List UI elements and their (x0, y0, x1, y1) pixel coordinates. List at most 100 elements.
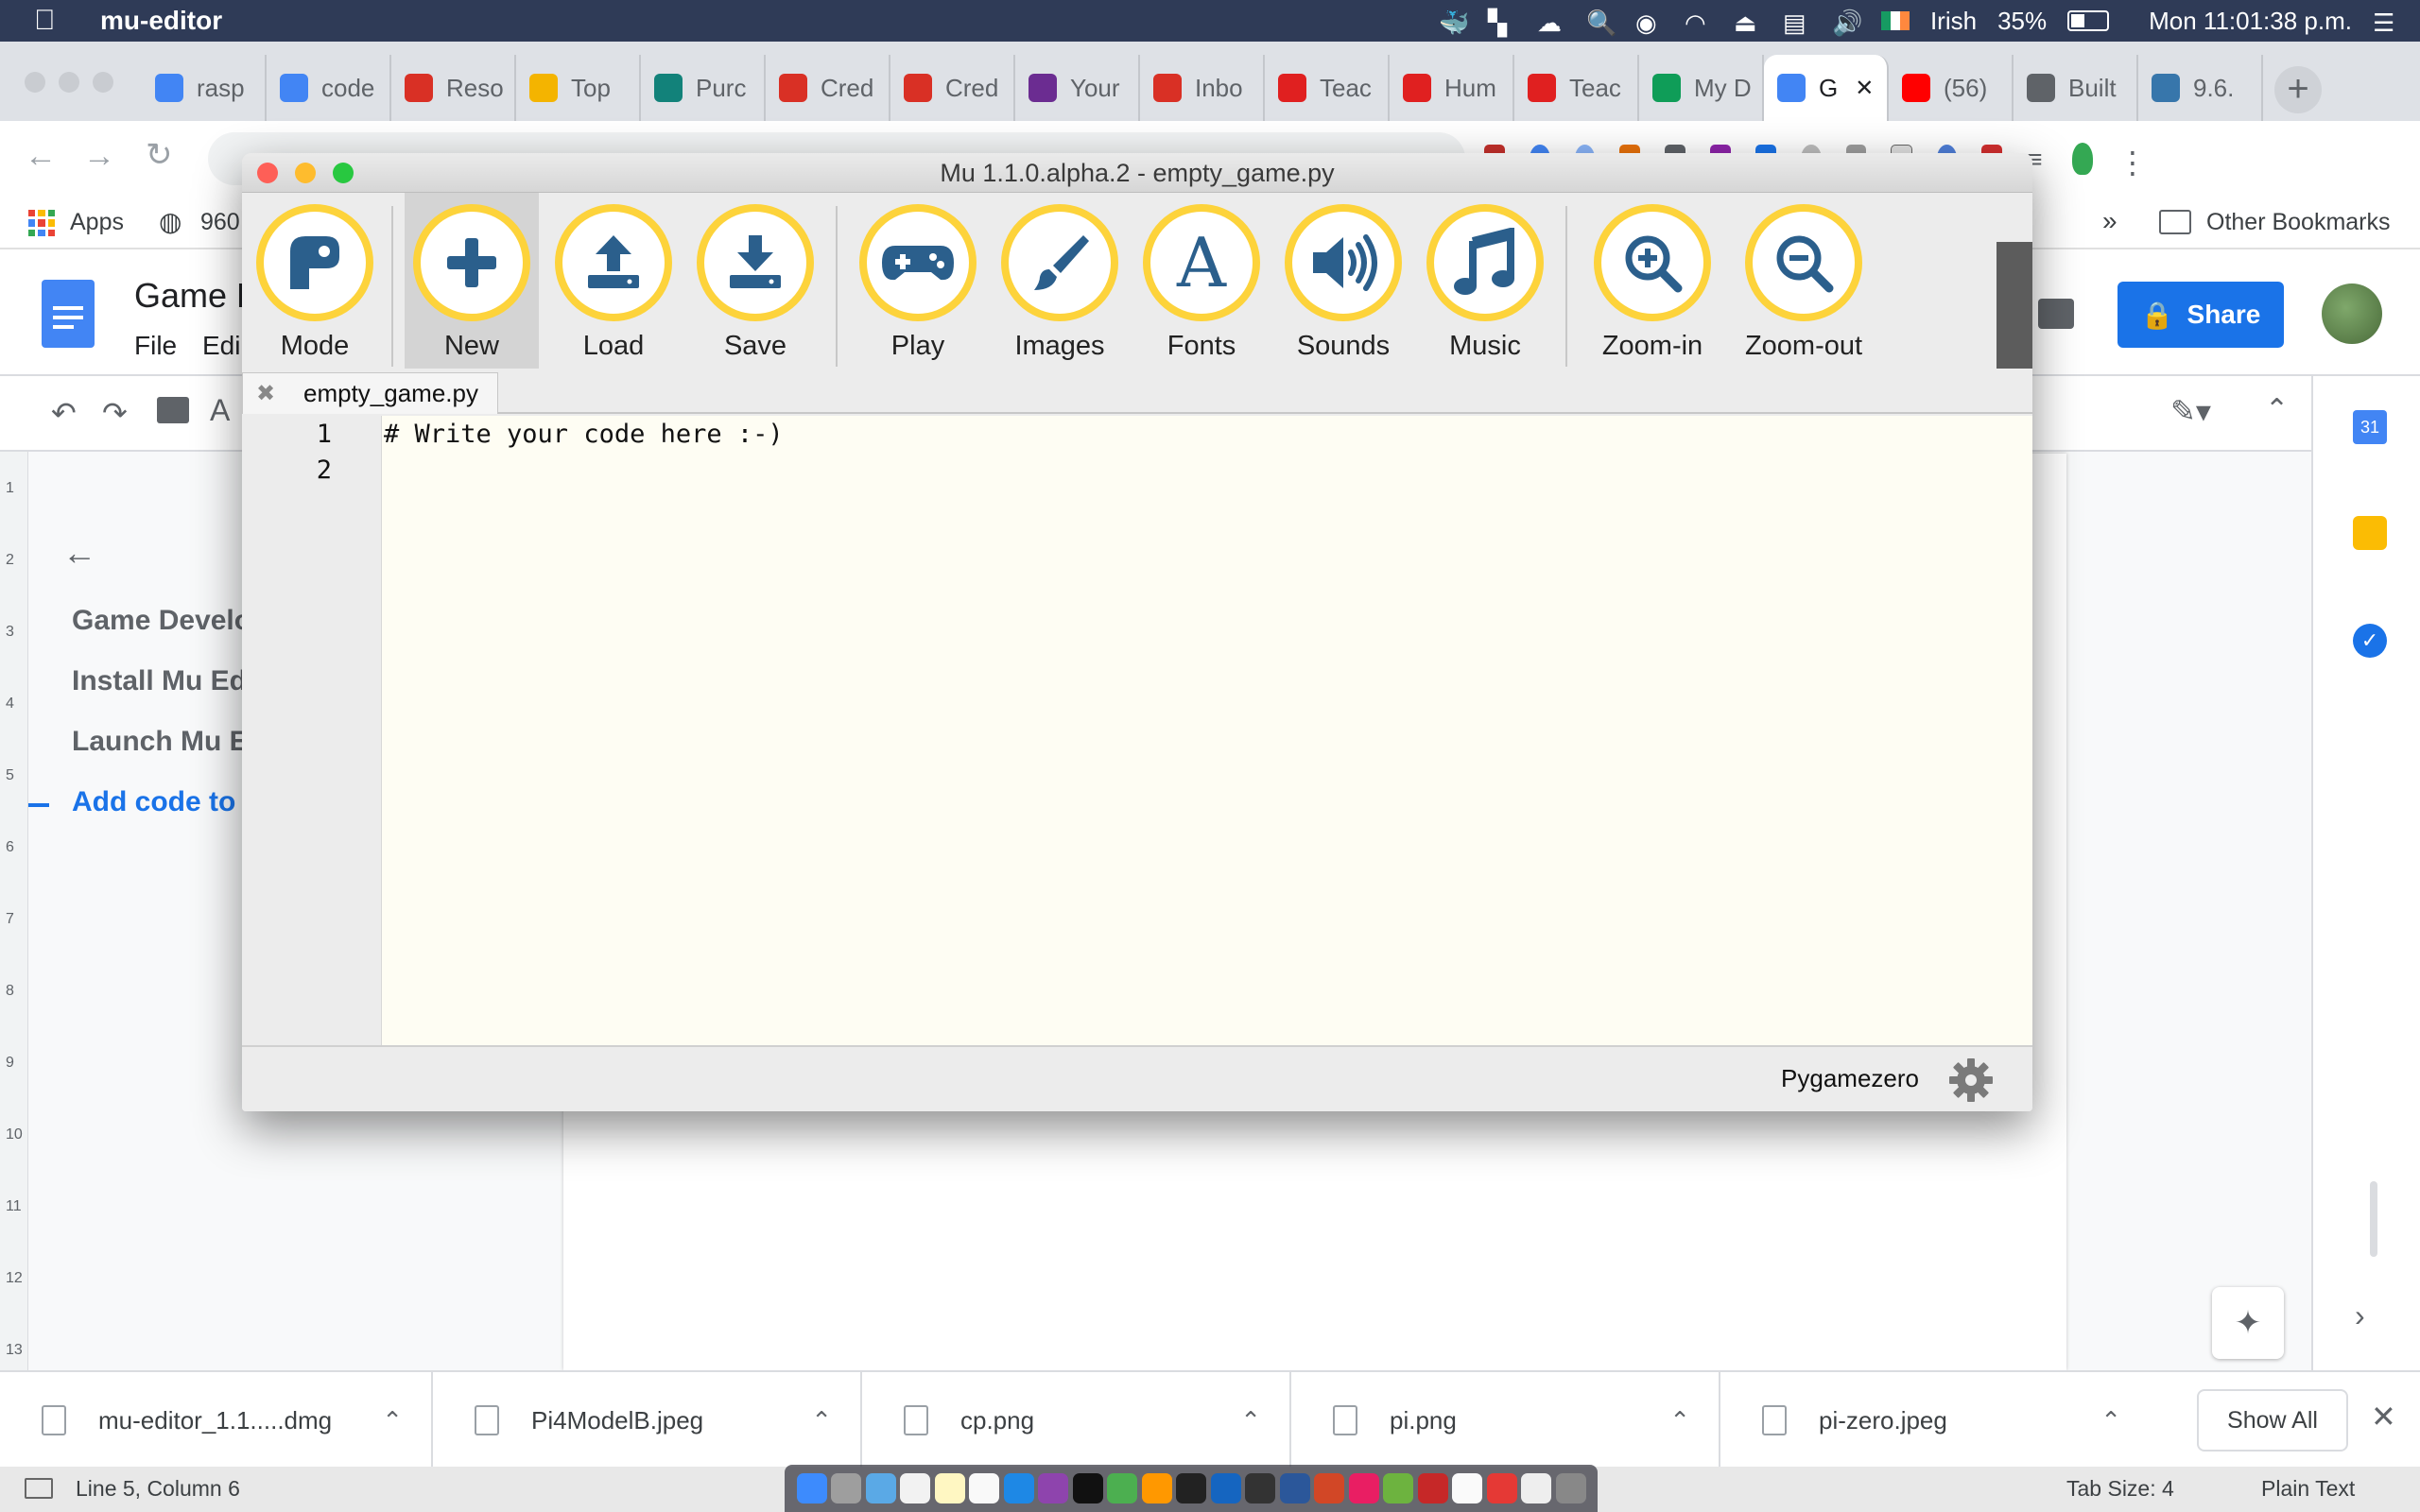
code-editor[interactable]: 1 2 # Write your code here :-) (242, 416, 2032, 1045)
chrome-dock-icon[interactable] (1107, 1473, 1137, 1503)
apps-grid-icon[interactable] (28, 210, 55, 236)
browser-zoom-button[interactable] (93, 72, 113, 93)
preview-icon[interactable] (865, 1473, 896, 1503)
profile-extension-icon[interactable] (2072, 143, 2093, 175)
show-all-downloads-button[interactable]: Show All (2197, 1389, 2348, 1452)
music-button[interactable]: Music (1418, 193, 1552, 369)
show-side-panel-icon[interactable]: › (2355, 1298, 2365, 1333)
mu-zoom-button[interactable] (333, 163, 354, 183)
back-icon[interactable]: ← (25, 138, 57, 175)
docs-menu-file[interactable]: File (134, 331, 177, 361)
app-icon[interactable] (1486, 1473, 1517, 1503)
mode-button[interactable]: Mode (248, 193, 382, 369)
undo-icon[interactable]: ↶ (51, 395, 77, 431)
spellcheck-icon[interactable]: A (210, 393, 230, 428)
browser-minimize-button[interactable] (59, 72, 79, 93)
cloud-upload-icon[interactable]: ☁ (1537, 9, 1565, 37)
comments-icon[interactable] (2038, 299, 2074, 329)
bookmark-overflow[interactable]: » (2102, 206, 2118, 236)
browser-tab[interactable]: (56) (1889, 55, 2014, 121)
code-line[interactable]: # Write your code here :-) (384, 420, 784, 449)
browser-tab[interactable]: Inbo (1140, 55, 1265, 121)
reload-icon[interactable]: ↻ (146, 136, 173, 174)
download-item[interactable]: cp.png ⌃ (862, 1372, 1291, 1469)
redo-icon[interactable]: ↷ (102, 395, 128, 431)
docs-menu-edit[interactable]: Edi (202, 331, 240, 361)
print-icon[interactable] (157, 397, 189, 423)
file-tab[interactable]: ✖ empty_game.py (242, 372, 498, 414)
forward-icon[interactable]: → (83, 138, 115, 175)
images-button[interactable]: Images (993, 193, 1127, 369)
launchpad-icon[interactable] (831, 1473, 861, 1503)
spotlight-search-icon[interactable]: 🔍 (1586, 9, 1616, 37)
music-dock-icon[interactable] (1452, 1473, 1482, 1503)
syntax-mode[interactable]: Plain Text (2261, 1476, 2355, 1502)
sublime-icon[interactable] (1141, 1473, 1172, 1503)
download-item[interactable]: pi-zero.jpeg ⌃ (1720, 1372, 2150, 1469)
app-store-icon[interactable] (1003, 1473, 1034, 1503)
browser-close-button[interactable] (25, 72, 45, 93)
input-source-label[interactable]: Irish (1930, 7, 1977, 36)
outline-item-current[interactable]: Add code to (72, 786, 235, 818)
trash-icon[interactable] (1555, 1473, 1586, 1503)
outline-item[interactable]: Game Develo (72, 605, 251, 637)
browser-tab[interactable]: 9.6. (2138, 55, 2263, 121)
sounds-button[interactable]: Sounds (1276, 193, 1410, 369)
browser-tab[interactable]: Built (2014, 55, 2138, 121)
spaces-icon[interactable]: ▚ (1488, 9, 1516, 37)
apple-menu-icon[interactable]:  (34, 5, 72, 37)
calendar-dock-icon[interactable] (900, 1473, 930, 1503)
mu-close-button[interactable] (257, 163, 278, 183)
app-icon[interactable] (1417, 1473, 1448, 1503)
airplay-icon[interactable]: ⏏ (1734, 9, 1762, 37)
mu-minimize-button[interactable] (295, 163, 316, 183)
browser-tab[interactable]: My D (1639, 55, 1764, 121)
word-icon[interactable] (1279, 1473, 1310, 1503)
close-shelf-icon[interactable]: ✕ (2371, 1399, 2396, 1435)
zoom-in-button[interactable]: Zoom-in (1579, 193, 1726, 369)
load-button[interactable]: Load (546, 193, 681, 369)
download-item[interactable]: Pi4ModelB.jpeg ⌃ (433, 1372, 862, 1469)
apple-tv-icon[interactable] (1072, 1473, 1103, 1503)
explore-button[interactable]: ✦ (2212, 1287, 2284, 1359)
documents-icon[interactable] (1521, 1473, 1551, 1503)
app-icon[interactable] (1245, 1473, 1275, 1503)
browser-tab[interactable]: Cred (890, 55, 1015, 121)
podcasts-icon[interactable] (1038, 1473, 1068, 1503)
tab-size[interactable]: Tab Size: 4 (2066, 1476, 2174, 1502)
download-item[interactable]: pi.png ⌃ (1291, 1372, 1720, 1469)
reminders-icon[interactable] (969, 1473, 999, 1503)
browser-tab[interactable]: Cred (766, 55, 890, 121)
editing-mode-icon[interactable]: ✎▾ (2170, 393, 2211, 429)
scrollbar-thumb[interactable] (2370, 1181, 2377, 1257)
powerpoint-icon[interactable] (1314, 1473, 1344, 1503)
browser-tab-active[interactable]: G ✕ (1764, 55, 1889, 121)
browser-tab[interactable]: Purc (641, 55, 766, 121)
notification-center-icon[interactable]: ☰ (2373, 9, 2401, 37)
chevron-up-icon[interactable]: ⌃ (1669, 1406, 1690, 1435)
play-button[interactable]: Play (851, 193, 985, 369)
outline-item[interactable]: Launch Mu E (72, 726, 249, 758)
zoom-out-button[interactable]: Zoom-out (1730, 193, 1877, 369)
browser-tab[interactable]: code (267, 55, 391, 121)
collapse-menu-icon[interactable]: ⌃ (2265, 393, 2289, 426)
calendar-icon[interactable]: 31 (2353, 410, 2387, 444)
browser-tab[interactable]: Teac (1514, 55, 1639, 121)
browser-tab[interactable]: Hum (1390, 55, 1514, 121)
browser-tab[interactable]: rasp (142, 55, 267, 121)
bookmark-item[interactable]: 960 (200, 209, 240, 236)
browser-tab[interactable]: Reso (391, 55, 516, 121)
chevron-up-icon[interactable]: ⌃ (1240, 1406, 1261, 1435)
mu-title-bar[interactable]: Mu 1.1.0.alpha.2 - empty_game.py (242, 153, 2032, 193)
save-button[interactable]: Save (688, 193, 822, 369)
share-button[interactable]: 🔒 Share (2118, 282, 2284, 348)
finder-icon[interactable] (796, 1473, 827, 1503)
battery-percent[interactable]: 35% (1997, 7, 2047, 36)
docker-icon[interactable]: 🐳 (1439, 9, 1469, 37)
app-icon[interactable] (1383, 1473, 1413, 1503)
docs-logo-icon[interactable] (42, 280, 95, 348)
fonts-button[interactable]: A Fonts (1134, 193, 1269, 369)
gear-icon[interactable] (1947, 1057, 1995, 1104)
browser-tab[interactable]: Your (1015, 55, 1140, 121)
memory-icon[interactable]: ▤ (1783, 9, 1811, 37)
